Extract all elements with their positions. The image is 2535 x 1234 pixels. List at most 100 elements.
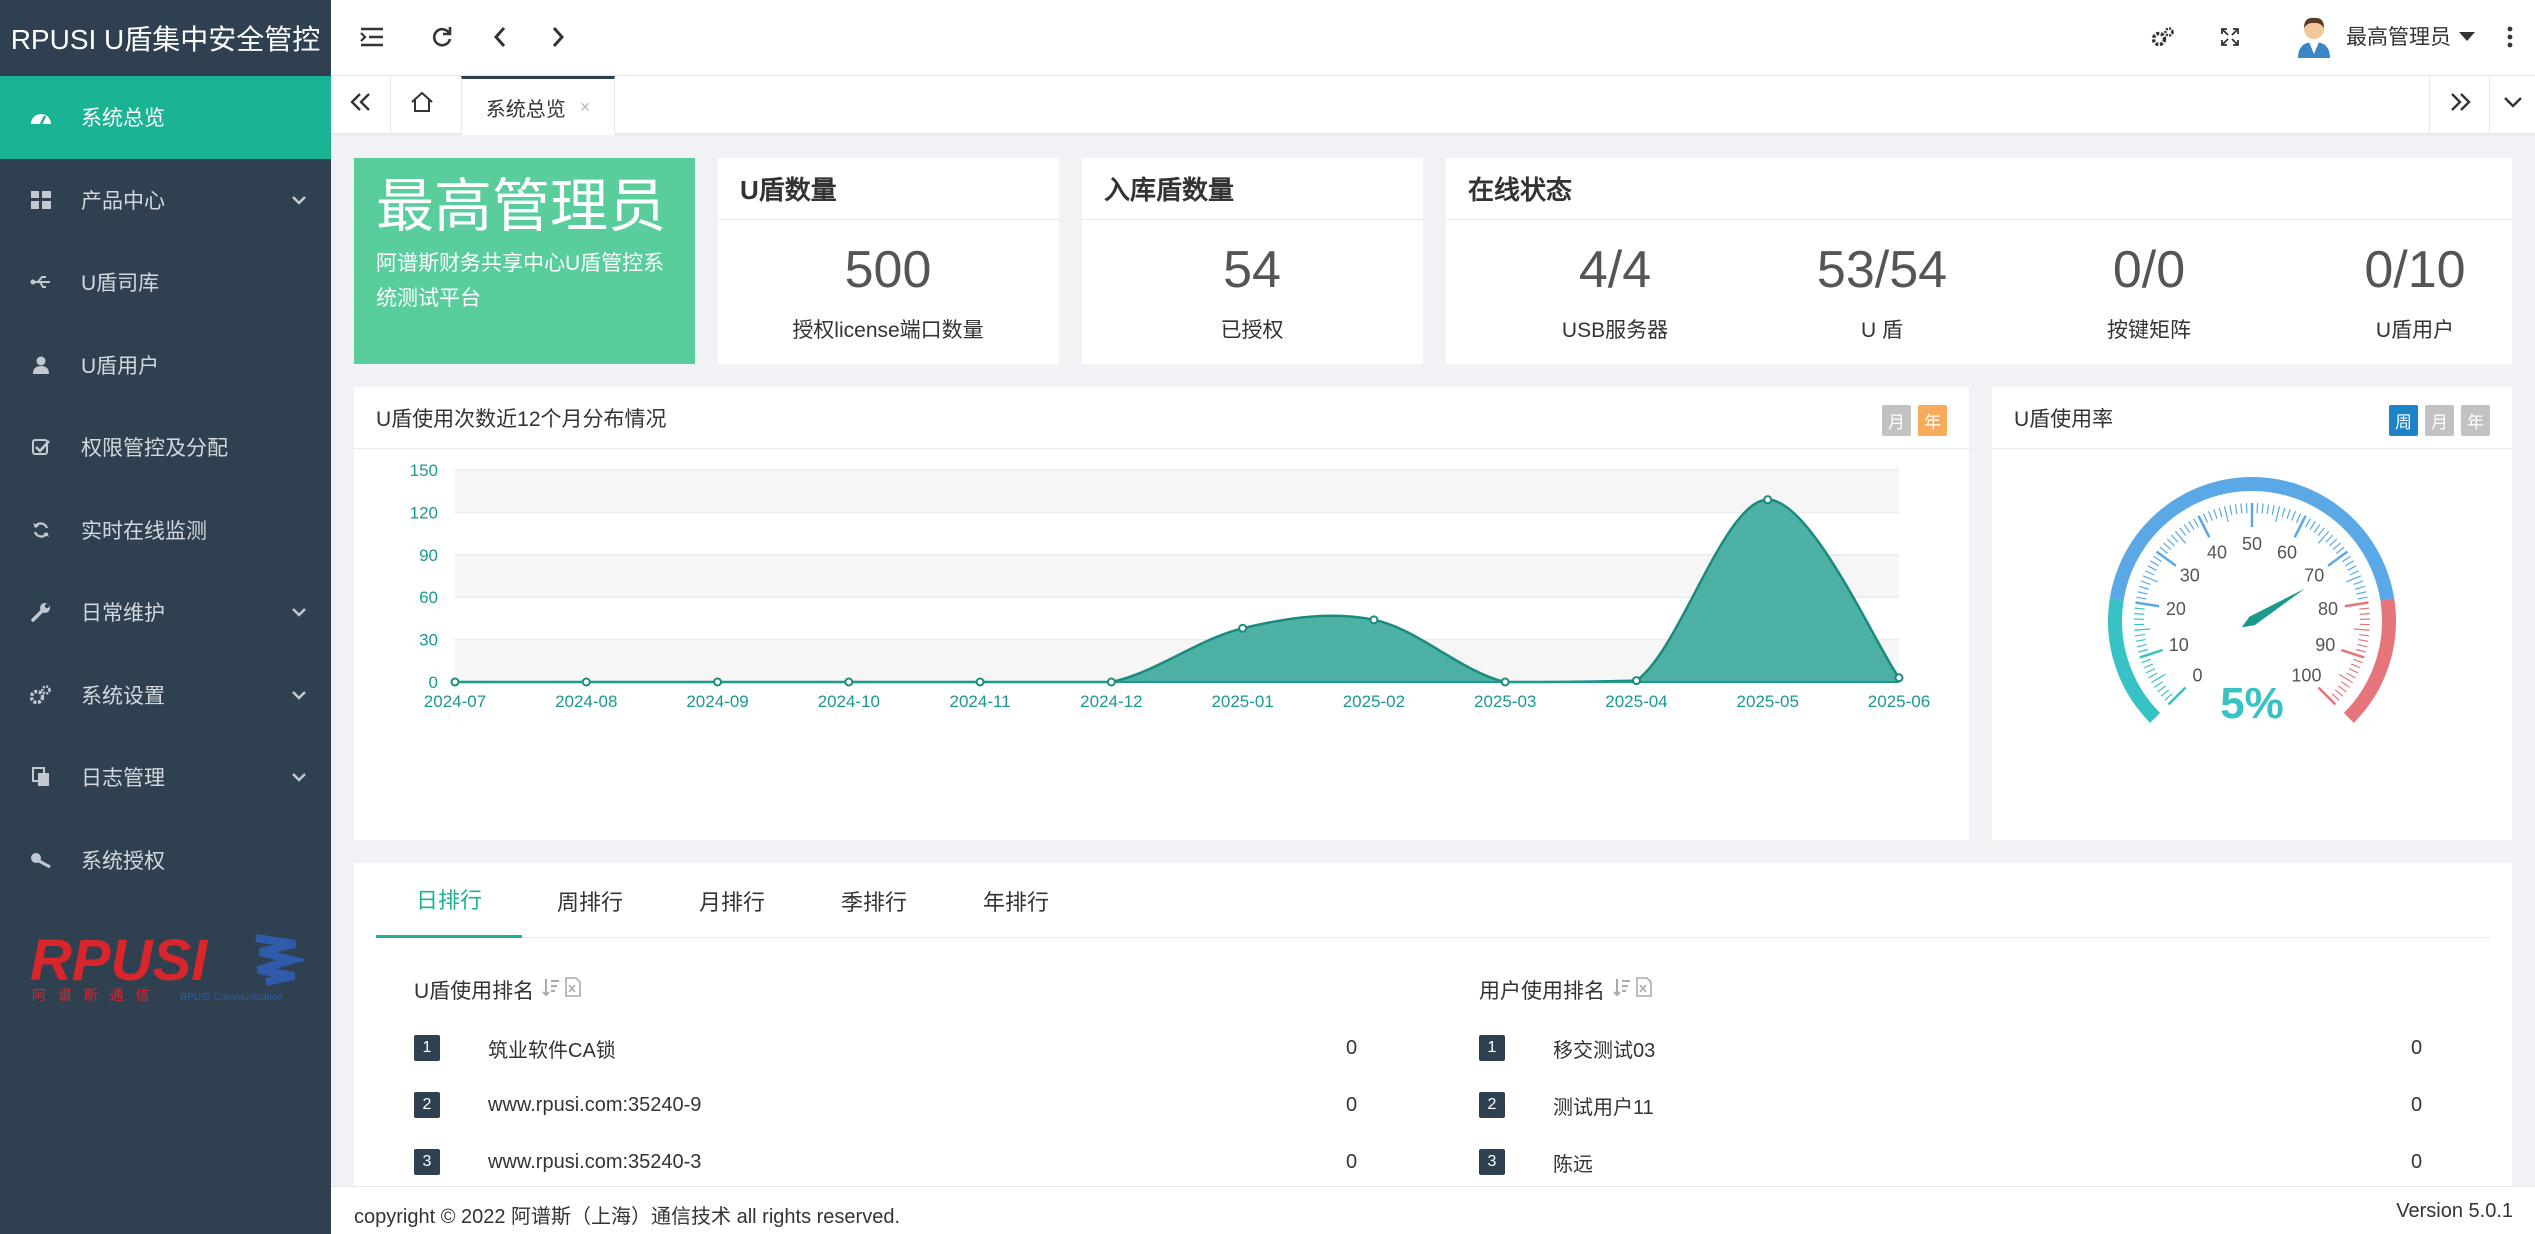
x-tick-label: 2025-06 bbox=[1868, 692, 1930, 711]
gauge-tick bbox=[2275, 506, 2281, 522]
gauge-label: 20 bbox=[2166, 599, 2186, 619]
gauge-tick bbox=[2240, 503, 2243, 514]
stat-value: 4/4 bbox=[1578, 241, 1652, 299]
sidebar-item-monitoring[interactable]: 实时在线监测 bbox=[0, 489, 331, 572]
user-menu[interactable]: 最高管理员 bbox=[2294, 14, 2475, 58]
week-button[interactable]: 周 bbox=[2389, 405, 2418, 436]
tab-options-button[interactable] bbox=[2489, 76, 2535, 133]
sidebar-item-settings[interactable]: 系统设置 bbox=[0, 654, 331, 737]
sidebar-item-permissions[interactable]: 权限管控及分配 bbox=[0, 406, 331, 489]
stat-block: 53/54 U 盾 bbox=[1752, 240, 2012, 344]
refresh-button[interactable] bbox=[425, 22, 459, 56]
gauge-tick bbox=[2359, 607, 2370, 610]
year-button[interactable]: 年 bbox=[1918, 405, 1947, 436]
tab-scroll-left-button[interactable] bbox=[331, 76, 391, 133]
card-title: U盾数量 bbox=[718, 158, 1059, 220]
logo-subtext: 阿 谱 斯 通 信 bbox=[32, 987, 154, 1003]
excel-export-icon[interactable] bbox=[1635, 977, 1653, 1003]
online-status-card: 在线状态 4/4 USB服务器 53/54 U 盾 0/0 按键矩阵 0/10 … bbox=[1446, 158, 2512, 364]
gauge-label: 80 bbox=[2318, 599, 2338, 619]
caret-down-icon bbox=[2459, 24, 2475, 48]
divider bbox=[376, 937, 2490, 938]
sidebar-item-label: 日志管理 bbox=[81, 767, 165, 791]
ranking-count: 0 bbox=[1346, 1150, 1358, 1173]
ranking-count: 0 bbox=[1346, 1093, 1358, 1116]
ud-count-card: U盾数量 500 授权license端口数量 bbox=[718, 158, 1059, 364]
sort-icon[interactable] bbox=[1613, 977, 1631, 1003]
sidebar-item-ud-treasury[interactable]: U盾司库 bbox=[0, 241, 331, 324]
gauge-tick bbox=[2167, 686, 2187, 706]
month-button[interactable]: 月 bbox=[1882, 405, 1911, 436]
y-tick-label: 120 bbox=[410, 503, 438, 522]
tab-scroll-right-button[interactable] bbox=[2429, 76, 2489, 133]
gauge-tick bbox=[2295, 513, 2302, 523]
rank-badge: 2 bbox=[1479, 1092, 1505, 1118]
gauge-tick bbox=[2344, 560, 2354, 567]
sidebar-item-maintenance[interactable]: 日常维护 bbox=[0, 571, 331, 654]
stat-value: 53/54 bbox=[1816, 241, 1948, 299]
gauge-tick bbox=[2134, 612, 2145, 615]
stat-label: 按键矩阵 bbox=[2107, 319, 2191, 342]
tab-quarterly[interactable]: 季排行 bbox=[841, 863, 907, 938]
card-title: 入库盾数量 bbox=[1082, 158, 1423, 220]
ranking-count: 0 bbox=[2411, 1036, 2423, 1059]
year-button[interactable]: 年 bbox=[2461, 405, 2490, 436]
gauge-tick bbox=[2348, 667, 2359, 674]
home-icon bbox=[410, 91, 434, 118]
excel-export-icon[interactable] bbox=[564, 977, 582, 1003]
gauge-label: 100 bbox=[2291, 665, 2321, 685]
sidebar-item-label: 系统授权 bbox=[81, 849, 165, 873]
admin-subtitle: 阿谱斯财务共享中心U盾管控系统测试平台 bbox=[376, 251, 665, 311]
data-point bbox=[1238, 623, 1248, 633]
gauge-tick bbox=[2358, 638, 2369, 642]
tab-overview[interactable]: 系统总览 × bbox=[461, 76, 615, 135]
admin-title: 最高管理员 bbox=[376, 174, 667, 239]
x-tick-label: 2025-01 bbox=[1211, 692, 1273, 711]
tab-home[interactable] bbox=[391, 76, 453, 133]
x-tick-label: 2025-05 bbox=[1737, 692, 1799, 711]
gauge-label: 40 bbox=[2207, 542, 2227, 562]
period-buttons: 月 年 bbox=[1875, 405, 1947, 436]
gauge-tick bbox=[2153, 555, 2163, 563]
dashboard-icon bbox=[29, 106, 53, 128]
sidebar-item-products[interactable]: 产品中心 bbox=[0, 159, 331, 242]
gauge-tick bbox=[2136, 596, 2147, 600]
data-point bbox=[1500, 677, 1510, 687]
sidebar-item-ud-users[interactable]: U盾用户 bbox=[0, 324, 331, 407]
gauge-tick bbox=[2229, 504, 2233, 516]
gauge-tick bbox=[2218, 507, 2223, 518]
close-icon[interactable]: × bbox=[580, 97, 591, 118]
more-menu-button[interactable] bbox=[2500, 22, 2520, 56]
sidebar-item-label: 实时在线监测 bbox=[81, 519, 207, 543]
gauge-tick bbox=[2213, 509, 2218, 520]
usage-chart-panel: U盾使用次数近12个月分布情况 月 年 0 30 60 90 120 150 2024-07… bbox=[354, 387, 1969, 840]
tab-yearly[interactable]: 年排行 bbox=[983, 863, 1049, 938]
sidebar-item-overview[interactable]: 系统总览 bbox=[0, 76, 331, 159]
x-tick-label: 2024-11 bbox=[950, 692, 1011, 711]
gauge-tick bbox=[2359, 612, 2370, 615]
sidebar-item-logs[interactable]: 日志管理 bbox=[0, 736, 331, 819]
refresh-icon bbox=[431, 26, 453, 53]
sidebar-item-license[interactable]: 系统授权 bbox=[0, 819, 331, 902]
tab-monthly[interactable]: 月排行 bbox=[699, 863, 765, 938]
sort-icon[interactable] bbox=[542, 977, 560, 1003]
gauge-label: 30 bbox=[2180, 566, 2200, 586]
gauge-tick bbox=[2137, 591, 2148, 595]
sidebar-item-label: 日常维护 bbox=[81, 602, 165, 626]
fullscreen-button[interactable] bbox=[2213, 22, 2247, 56]
gauge-tick bbox=[2313, 524, 2321, 533]
sidebar-item-label: 系统总览 bbox=[81, 107, 165, 131]
theme-settings-button[interactable] bbox=[2146, 22, 2180, 56]
menu-toggle-button[interactable] bbox=[355, 22, 389, 56]
forward-button[interactable] bbox=[541, 22, 575, 56]
back-button[interactable] bbox=[483, 22, 517, 56]
rank-badge: 3 bbox=[1479, 1149, 1505, 1175]
gauge-tick bbox=[2139, 585, 2149, 590]
data-point bbox=[1894, 673, 1904, 683]
gauge-needle bbox=[2241, 588, 2305, 628]
double-chevron-left-icon bbox=[349, 92, 372, 117]
gauge-tick bbox=[2352, 658, 2363, 664]
tab-weekly[interactable]: 周排行 bbox=[557, 863, 623, 938]
month-button[interactable]: 月 bbox=[2425, 405, 2454, 436]
tab-daily[interactable]: 日排行 bbox=[376, 863, 522, 938]
